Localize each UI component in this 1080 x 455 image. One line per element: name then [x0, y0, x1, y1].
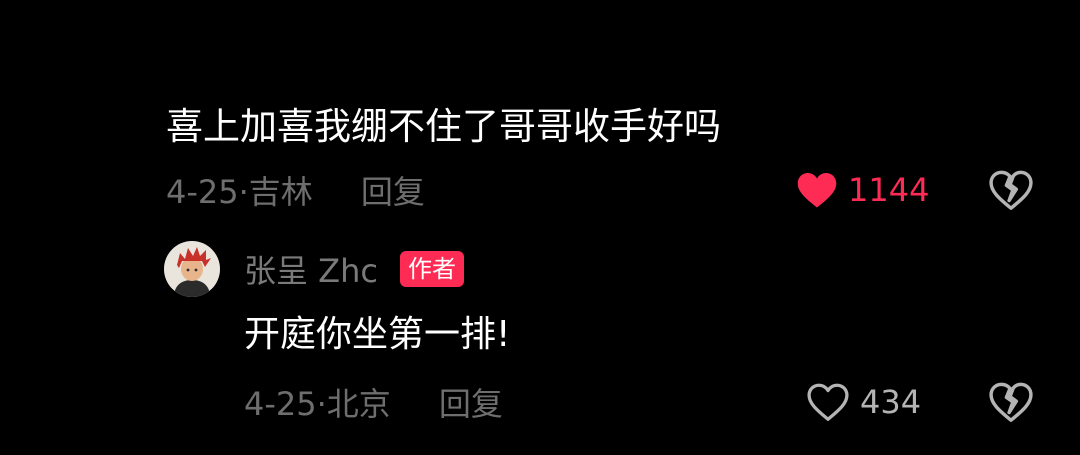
heart-filled-icon [797, 173, 837, 208]
author-row: 张呈 Zhc 作者 [244, 244, 464, 294]
reply-text: 开庭你坐第一排! [244, 314, 511, 355]
dislike-button[interactable] [988, 168, 1034, 216]
avatar-red-hair-icon [164, 241, 220, 297]
broken-heart-icon [989, 382, 1033, 422]
avatar[interactable] [164, 241, 220, 297]
comment-meta: 4-25·吉林 回复 [166, 164, 425, 216]
author-badge: 作者 [399, 251, 464, 287]
comment-text: 喜上加喜我绷不住了哥哥收手好吗 [166, 105, 721, 148]
reply-button[interactable]: 回复 [361, 167, 425, 213]
author-name[interactable]: 张呈 Zhc [244, 246, 378, 292]
like-count: 1144 [848, 171, 930, 209]
like-button[interactable]: 1144 [796, 164, 929, 216]
reply-date-location: 4-25·北京 [244, 385, 391, 423]
dislike-button[interactable] [988, 380, 1034, 428]
broken-heart-icon [989, 170, 1033, 210]
like-button[interactable]: 434 [806, 376, 921, 428]
like-count: 434 [860, 383, 922, 421]
reply-button[interactable]: 回复 [439, 379, 503, 425]
comment-date-location: 4-25·吉林 [166, 173, 313, 211]
reply-meta: 4-25·北京 回复 [244, 376, 503, 428]
heart-outline-icon [807, 383, 849, 421]
